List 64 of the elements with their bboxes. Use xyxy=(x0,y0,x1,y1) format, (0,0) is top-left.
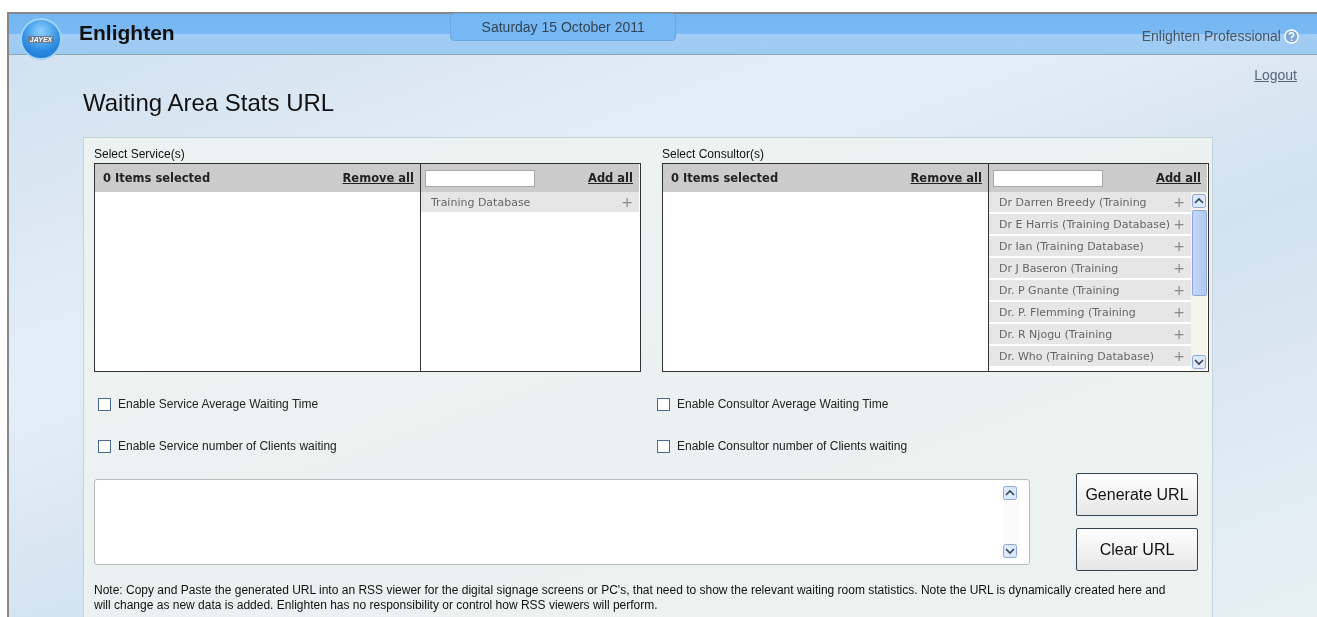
add-icon[interactable]: + xyxy=(621,194,633,210)
checkbox[interactable] xyxy=(98,397,111,411)
list-item[interactable]: Dr. P. Flemming (Training + xyxy=(989,302,1191,322)
option-label: Enable Service Average Waiting Time xyxy=(118,397,319,411)
scroll-up-icon[interactable] xyxy=(1192,194,1206,208)
list-item[interactable]: Dr J Baseron (Training + xyxy=(989,258,1191,278)
picker-label: Select Consultor(s) xyxy=(662,147,766,161)
add-icon[interactable]: + xyxy=(1173,326,1185,342)
add-icon[interactable]: + xyxy=(1173,194,1185,210)
page-title: Waiting Area Stats URL xyxy=(83,89,336,117)
option-checkbox[interactable]: Enable Service number of Clients waiting xyxy=(98,439,653,453)
url-field[interactable] xyxy=(94,479,1030,565)
list-item[interactable]: Dr E Harris (Training Database) + xyxy=(989,214,1191,234)
list-item[interactable]: Training Database + xyxy=(421,192,639,212)
add-icon[interactable]: + xyxy=(1173,238,1185,254)
clear-button[interactable]: Clear URL xyxy=(1076,528,1198,571)
item-name: Dr Ian (Training Database) xyxy=(999,239,1144,253)
add-icon[interactable]: + xyxy=(1173,348,1185,364)
option-label: Enable Consultor Average Waiting Time xyxy=(677,397,889,411)
list-item[interactable]: Dr. R Njogu (Training + xyxy=(989,324,1191,344)
remove-all-link[interactable]: Remove all xyxy=(910,171,982,185)
scroll-down-icon[interactable] xyxy=(1192,355,1206,369)
add-icon[interactable]: + xyxy=(1173,260,1185,276)
list-item[interactable]: Dr Ian (Training Database) + xyxy=(989,236,1191,256)
note-text: Note: Copy and Paste the generated URL into an RSS viewer for the digital signage screens or PC's, that need to show the relevant waiting room statistics. Note the URL is dynamically created here and will change as new data is added. Enlighten has no responsibility or control how RSS viewers will perform. xyxy=(94,583,1167,613)
checkbox[interactable] xyxy=(657,397,670,411)
item-name: Dr E Harris (Training Database) xyxy=(999,217,1171,231)
add-icon[interactable]: + xyxy=(1173,304,1185,320)
item-name: Dr J Baseron (Training xyxy=(999,261,1119,275)
item-name: Dr Darren Breedy (Training xyxy=(999,195,1147,209)
item-name: Dr. Who (Training Database) xyxy=(999,349,1155,363)
item-name: Dr. R Njogu (Training xyxy=(999,327,1113,341)
item-name: Training Database xyxy=(431,195,531,209)
add-icon[interactable]: + xyxy=(1173,282,1185,298)
selected-count: 0 Items selected xyxy=(103,171,211,185)
scroll-thumb[interactable] xyxy=(1191,210,1207,296)
scroll-down-icon[interactable] xyxy=(1003,544,1017,558)
add-all-link[interactable]: Add all xyxy=(1156,171,1201,185)
list-item[interactable]: Dr Darren Breedy (Training + xyxy=(989,192,1191,212)
item-name: Dr. P. Flemming (Training xyxy=(999,305,1136,319)
remove-all-link[interactable]: Remove all xyxy=(342,171,414,185)
option-checkbox[interactable]: Enable Service Average Waiting Time xyxy=(98,397,653,411)
search-field[interactable] xyxy=(993,169,1103,187)
app-name: Enlighten xyxy=(79,21,175,45)
selected-count: 0 Items selected xyxy=(671,171,779,185)
add-icon[interactable]: + xyxy=(1173,216,1185,232)
edition-label: Enlighten Professional xyxy=(1141,28,1281,44)
item-name: Dr. P Gnante (Training xyxy=(999,283,1120,297)
logout-link[interactable]: Logout xyxy=(1254,67,1297,83)
option-checkbox[interactable]: Enable Consultor Average Waiting Time xyxy=(657,397,1212,411)
picker-label: Select Service(s) xyxy=(94,147,186,161)
list-item[interactable]: Dr. Who (Training Database) + xyxy=(989,346,1191,366)
checkbox[interactable] xyxy=(657,439,670,453)
date-display: Saturday 15 October 2011 xyxy=(450,13,677,41)
add-all-link[interactable]: Add all xyxy=(588,171,633,185)
scroll-up-icon[interactable] xyxy=(1003,486,1017,500)
generate-button[interactable]: Generate URL xyxy=(1076,473,1198,516)
search-field[interactable] xyxy=(425,169,535,187)
option-checkbox[interactable]: Enable Consultor number of Clients waiting xyxy=(657,439,1212,453)
option-label: Enable Consultor number of Clients waiting xyxy=(677,439,908,453)
scrollbar[interactable] xyxy=(1191,192,1207,371)
checkbox[interactable] xyxy=(98,439,111,453)
list-item[interactable]: Dr. P Gnante (Training + xyxy=(989,280,1191,300)
option-label: Enable Service number of Clients waiting xyxy=(118,439,337,453)
